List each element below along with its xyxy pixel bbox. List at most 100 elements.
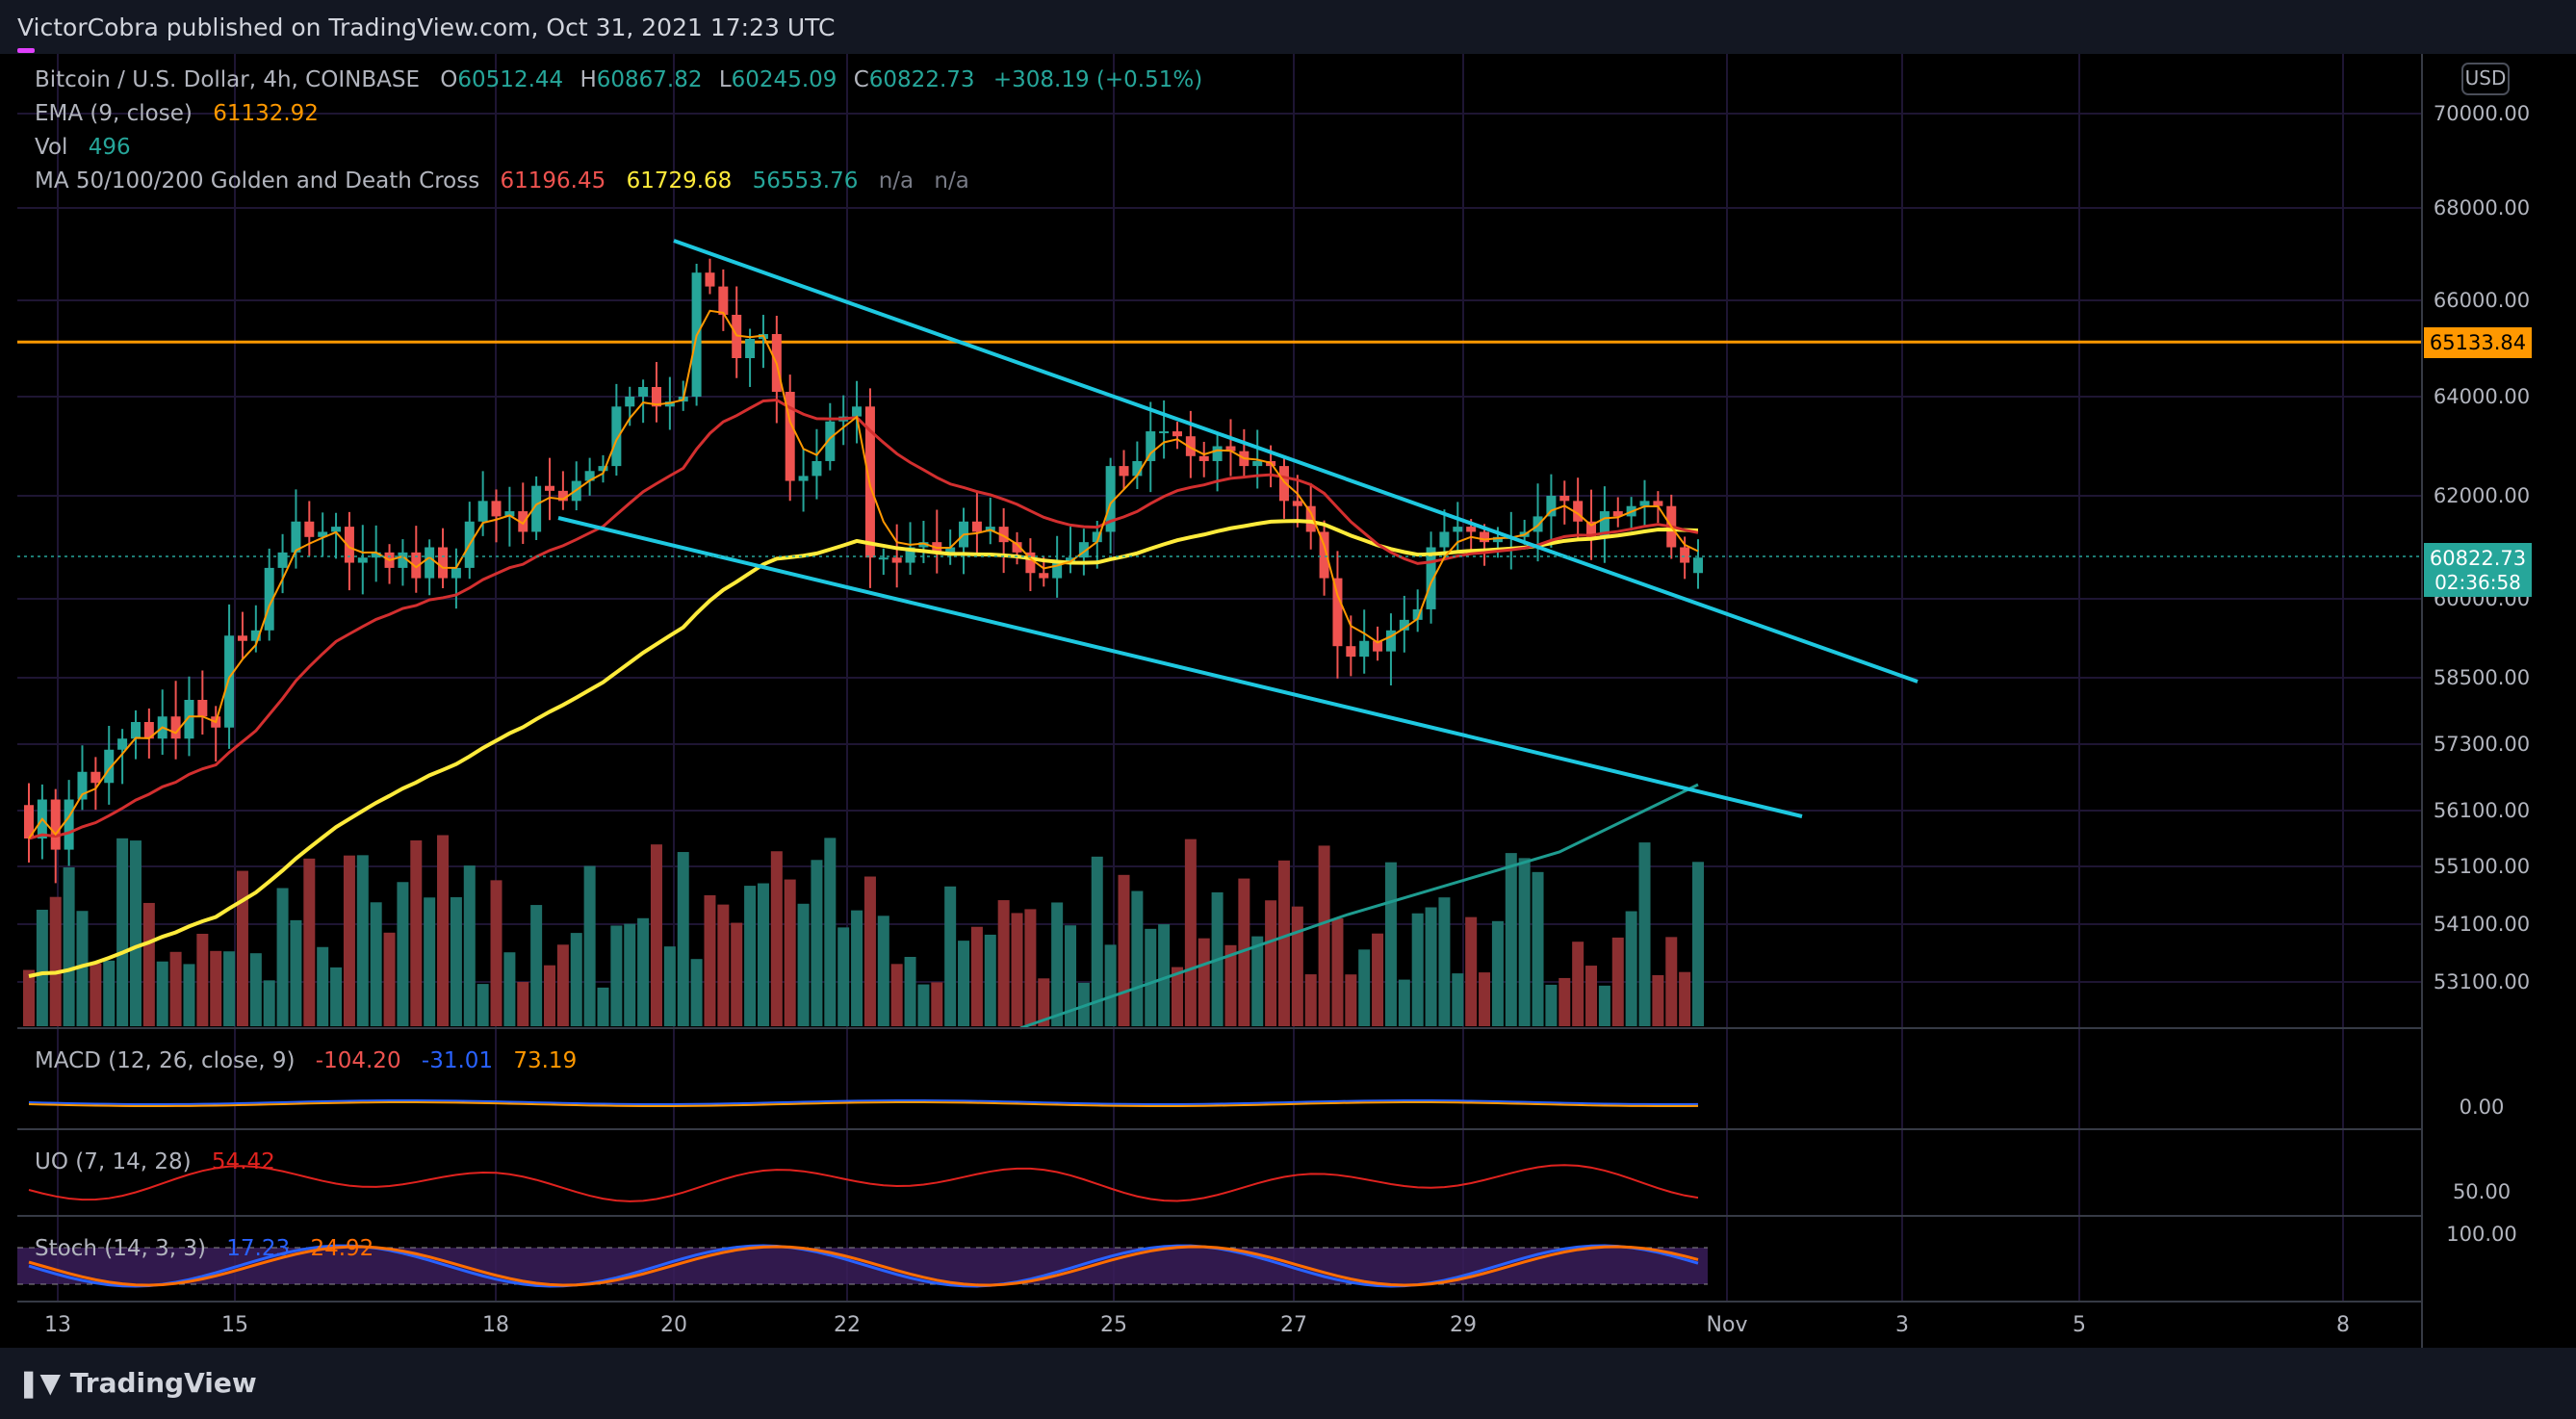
volume-bar (917, 984, 930, 1026)
candle-body (718, 286, 729, 315)
candle-body (90, 771, 101, 784)
candle-body (1159, 431, 1170, 434)
candle-body (451, 567, 461, 579)
symbol-label: Bitcoin / U.S. Dollar, 4h, COINBASE (35, 67, 420, 92)
stoch-scale-label: 100.00 (2446, 1223, 2516, 1246)
volume-bar (383, 932, 396, 1026)
candle-body (277, 552, 288, 568)
candle-body (638, 387, 649, 397)
volume-bar (343, 855, 355, 1026)
footer (0, 1348, 2576, 1419)
currency-label[interactable]: USD (2465, 66, 2507, 90)
volume-bar (1331, 918, 1344, 1026)
volume-bar (677, 852, 689, 1026)
volume-bar (877, 916, 889, 1026)
volume-bar (397, 882, 409, 1026)
hline-price-label: 65133.84 (2430, 331, 2526, 354)
high-value: 60867.82 (597, 67, 703, 92)
volume-bar (837, 927, 850, 1026)
volume-bar (1425, 907, 1437, 1026)
tradingview-logo[interactable]: ❚▼ TradingView (17, 1367, 257, 1399)
time-axis-label: 20 (660, 1313, 687, 1337)
candle-body (545, 485, 555, 491)
volume-bar (1452, 973, 1464, 1026)
close-value: 60822.73 (869, 67, 975, 92)
uo-legend: UO (7, 14, 28) 54.42 (35, 1149, 275, 1174)
volume-bar (23, 969, 35, 1026)
price-scale-label: 57300.00 (2434, 733, 2530, 756)
volume-bar (824, 838, 837, 1026)
volume-bar (663, 946, 676, 1026)
volume-bar (811, 860, 823, 1026)
volume-bar (744, 886, 757, 1026)
candle-body (611, 406, 622, 467)
volume-bar (610, 925, 623, 1026)
price-scale-label: 70000.00 (2434, 102, 2530, 125)
candle-body (971, 521, 982, 532)
candle-body (237, 635, 247, 641)
candle-body (1172, 431, 1182, 437)
price-scale-label: 55100.00 (2434, 855, 2530, 878)
volume-bar (1652, 974, 1664, 1026)
volume-bar (1438, 897, 1451, 1026)
volume-bar (156, 961, 168, 1026)
candle-body (1533, 516, 1543, 532)
volume-bar (1304, 974, 1317, 1026)
volume-bar (503, 952, 516, 1026)
candle-body (1639, 501, 1650, 506)
volume-bar (704, 894, 716, 1026)
trading-chart[interactable]: USD 70000.00 68000.00 66000.00 64000.00 6200… (0, 54, 2576, 1348)
volume-bar (196, 933, 209, 1026)
volume-bar (276, 888, 289, 1026)
volume-bar (544, 965, 556, 1026)
candle-body (130, 722, 141, 739)
volume-bar (570, 933, 582, 1026)
candle-body (798, 476, 809, 481)
candle-body (1212, 446, 1223, 461)
candle-body (425, 547, 435, 579)
volume-bar (944, 886, 957, 1026)
volume-bar (142, 902, 155, 1026)
volume-bar (236, 870, 248, 1026)
volume-bar (1518, 858, 1531, 1026)
volume-bar (183, 964, 195, 1026)
time-axis-label: 27 (1280, 1313, 1307, 1337)
last-price-label: 60822.73 (2430, 547, 2526, 570)
price-scale-label: 68000.00 (2434, 196, 2530, 219)
uo-scale-label: 50.00 (2453, 1180, 2511, 1203)
vol-value: 496 (89, 135, 131, 160)
price-scale-label: 62000.00 (2434, 484, 2530, 507)
volume-bar (450, 897, 462, 1026)
volume-bar (1505, 853, 1517, 1026)
chart-background (0, 54, 2576, 1348)
volume-bar (1598, 985, 1610, 1026)
candle-body (331, 527, 342, 532)
volume-bar (223, 951, 236, 1026)
volume-bar (249, 953, 262, 1026)
volume-bar (1011, 913, 1023, 1026)
volume-bar (410, 839, 423, 1026)
time-axis-label: 13 (44, 1313, 71, 1337)
volume-bar (1265, 900, 1277, 1026)
volume-bar (556, 944, 569, 1026)
candle-body (304, 521, 315, 537)
candle-body (1198, 455, 1209, 461)
volume-bar (997, 900, 1010, 1026)
volume-bar (116, 838, 129, 1026)
volume-bar (330, 967, 343, 1026)
volume-bar (63, 866, 75, 1026)
volume-bar (1465, 916, 1478, 1026)
volume-bar (624, 923, 636, 1026)
price-scale-label: 58500.00 (2434, 666, 2530, 689)
vol-label: Vol (35, 135, 67, 160)
volume-bar (490, 880, 502, 1026)
ma50-value: 61196.45 (501, 168, 606, 194)
svg-text:MA 50/100/200 Golden and Death: MA 50/100/200 Golden and Death Cross 611… (35, 168, 969, 194)
volume-bar (517, 982, 529, 1026)
volume-bar (731, 922, 743, 1026)
volume-bar (1198, 938, 1210, 1026)
volume-bar (984, 934, 996, 1026)
candle-body (1252, 460, 1263, 467)
candle-body (852, 406, 863, 417)
change-value: +308.19 (+0.51%) (993, 67, 1202, 92)
